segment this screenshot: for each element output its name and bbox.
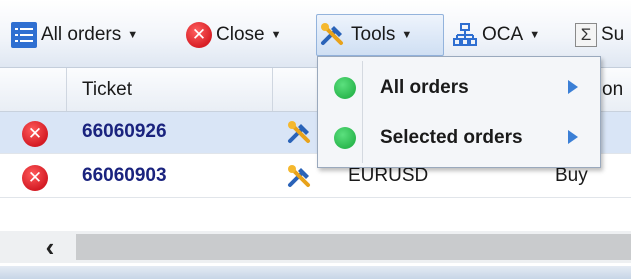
column-divider bbox=[66, 68, 67, 111]
menu-item-label: Selected orders bbox=[380, 127, 523, 148]
close-circle-icon: ✕ bbox=[186, 22, 212, 48]
symbol-cell: EURUSD bbox=[348, 165, 429, 186]
tools-icon[interactable] bbox=[286, 119, 314, 147]
ticket-cell: 66060926 bbox=[82, 121, 167, 142]
column-header-partial[interactable]: on bbox=[602, 79, 623, 101]
close-order-icon[interactable]: ✕ bbox=[22, 165, 48, 191]
green-dot-icon bbox=[334, 127, 356, 149]
submenu-arrow-icon bbox=[568, 80, 578, 94]
tools-icon bbox=[321, 23, 343, 45]
chevron-down-icon: ▼ bbox=[529, 29, 541, 41]
close-button[interactable]: ✕ Close ▼ bbox=[185, 14, 309, 56]
oca-tree-icon bbox=[453, 23, 477, 46]
green-dot-icon bbox=[334, 77, 356, 99]
scroll-track[interactable] bbox=[76, 234, 631, 260]
bottom-bar bbox=[0, 266, 631, 279]
menu-item-label: All orders bbox=[380, 77, 469, 98]
close-order-icon[interactable]: ✕ bbox=[22, 121, 48, 147]
list-icon bbox=[11, 22, 37, 48]
oca-button[interactable]: OCA ▼ bbox=[451, 14, 565, 56]
oca-label: OCA bbox=[482, 24, 524, 45]
chevron-down-icon: ▼ bbox=[270, 29, 282, 41]
column-divider bbox=[272, 68, 273, 111]
tools-icon[interactable] bbox=[286, 163, 314, 191]
all-orders-button[interactable]: All orders ▼ bbox=[10, 14, 176, 56]
ticket-cell: 66060903 bbox=[82, 165, 167, 186]
menu-item-all-orders[interactable]: All orders bbox=[318, 62, 600, 112]
sigma-icon: Σ bbox=[575, 23, 597, 47]
menu-item-selected-orders[interactable]: Selected orders bbox=[318, 112, 600, 162]
submenu-arrow-icon bbox=[568, 130, 578, 144]
side-cell: Buy bbox=[555, 165, 588, 186]
chevron-down-icon: ▼ bbox=[401, 29, 413, 41]
tools-dropdown-menu: All orders Selected orders bbox=[317, 56, 601, 168]
summary-button[interactable]: Σ Su bbox=[574, 14, 631, 56]
all-orders-label: All orders bbox=[41, 24, 122, 45]
summary-label: Su bbox=[601, 24, 625, 45]
chevron-down-icon: ▼ bbox=[127, 29, 139, 41]
tools-label: Tools bbox=[351, 24, 396, 45]
horizontal-scrollbar[interactable]: ‹ bbox=[0, 231, 631, 263]
close-label: Close bbox=[216, 24, 265, 45]
column-header-ticket[interactable]: Ticket bbox=[82, 79, 132, 101]
scroll-left-arrow-icon[interactable]: ‹ bbox=[26, 231, 74, 263]
tools-button[interactable]: Tools ▼ bbox=[316, 14, 444, 56]
